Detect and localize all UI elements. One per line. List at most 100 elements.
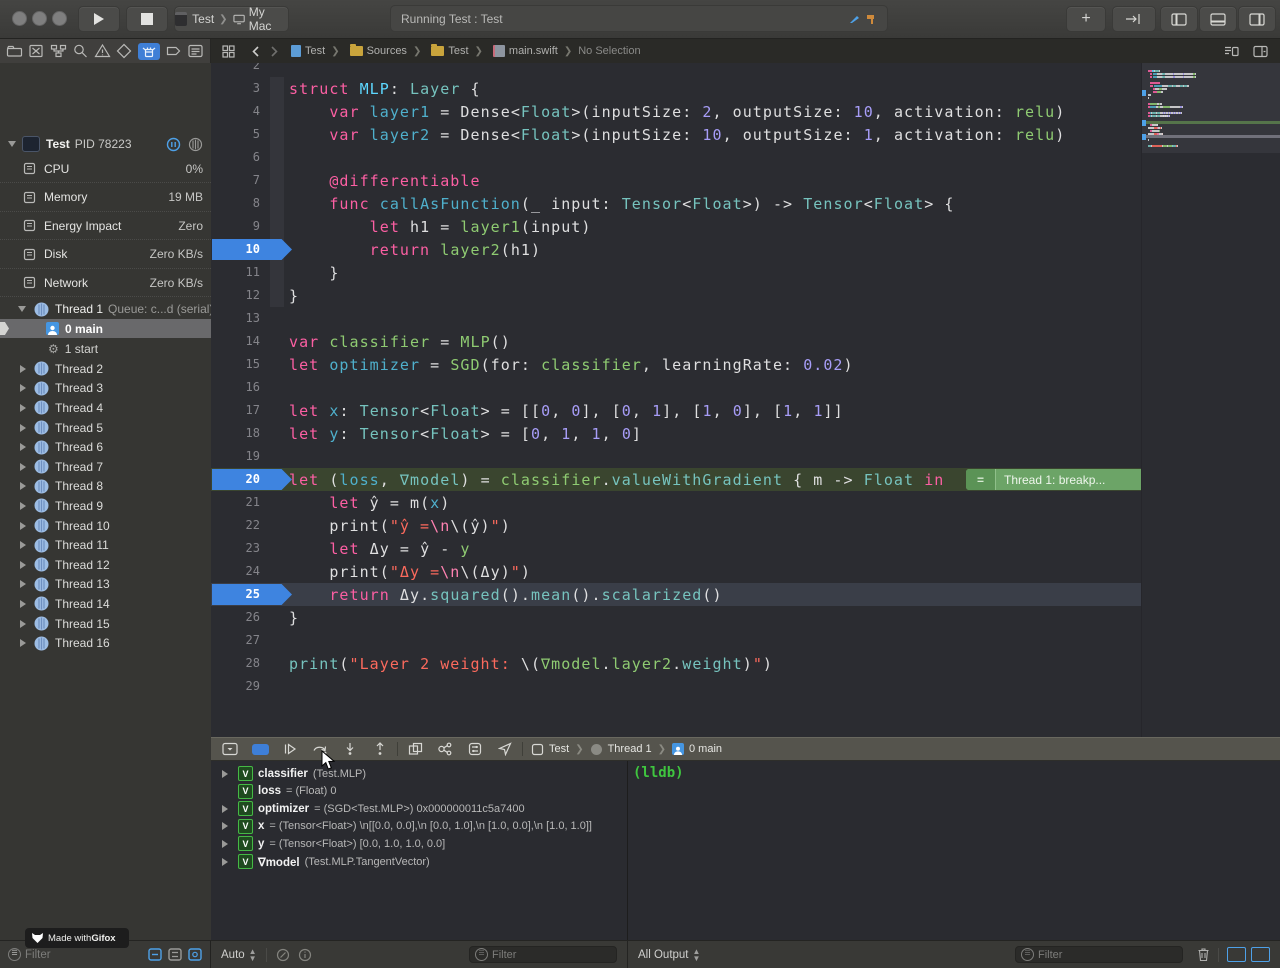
- pause-process-icon[interactable]: [166, 137, 181, 152]
- minimize-window-button[interactable]: [32, 11, 47, 26]
- line-number[interactable]: 25: [211, 587, 260, 601]
- navigator-filter-input[interactable]: Filter: [25, 949, 51, 961]
- info-icon[interactable]: [298, 948, 312, 962]
- line-number[interactable]: 26: [211, 610, 260, 624]
- jumpbar-file[interactable]: main.swift: [509, 45, 558, 57]
- code-line-24[interactable]: 24 print("Δy =\n\(Δy)"): [211, 560, 1141, 583]
- code-line-8[interactable]: 8 func callAsFunction(_ input: Tensor<Fl…: [211, 192, 1141, 215]
- console-output[interactable]: (lldb): [628, 761, 1280, 940]
- adjust-editor-icon[interactable]: [1253, 45, 1268, 58]
- jumpbar-project[interactable]: Test: [305, 45, 325, 57]
- line-number[interactable]: 22: [211, 518, 260, 532]
- process-row[interactable]: Test PID 78223: [0, 133, 211, 155]
- line-number[interactable]: 17: [211, 403, 260, 417]
- stack-frame-0-main-selected[interactable]: 0 main: [0, 319, 211, 338]
- line-number[interactable]: 21: [211, 495, 260, 509]
- line-number[interactable]: 16: [211, 380, 260, 394]
- disclosure-closed-icon[interactable]: [20, 424, 26, 432]
- gauge-row[interactable]: Network Zero KB/s: [0, 269, 211, 297]
- line-number[interactable]: 4: [211, 104, 260, 118]
- disclosure-closed-icon[interactable]: [20, 600, 26, 608]
- variables-filter-field[interactable]: ☰ Filter: [469, 946, 617, 963]
- disclosure-closed-icon[interactable]: [20, 639, 26, 647]
- line-number[interactable]: 13: [211, 311, 260, 325]
- breakpoints-toggle-button[interactable]: [245, 738, 275, 760]
- line-number[interactable]: 29: [211, 679, 260, 693]
- code-line-18[interactable]: 18let y: Tensor<Float> = [0, 1, 1, 0]: [211, 422, 1141, 445]
- close-window-button[interactable]: [12, 11, 27, 26]
- thread-row[interactable]: Thread 2: [0, 359, 211, 379]
- line-number[interactable]: 24: [211, 564, 260, 578]
- code-line-4[interactable]: 4 var layer1 = Dense<Float>(inputSize: 2…: [211, 100, 1141, 123]
- library-add-button[interactable]: +: [1066, 6, 1106, 32]
- disclosure-closed-icon[interactable]: [20, 580, 26, 588]
- gauge-row[interactable]: Memory 19 MB: [0, 184, 211, 212]
- flatten-stack-toggle-icon[interactable]: [168, 948, 182, 961]
- variable-row[interactable]: V x = (Tensor<Float>) \n[[0.0, 0.0],\n […: [211, 818, 627, 835]
- disclosure-closed-icon[interactable]: [222, 770, 238, 778]
- tab-breakpoint-navigator[interactable]: [165, 43, 182, 59]
- jumpbar-sources[interactable]: Sources: [367, 45, 407, 57]
- line-number[interactable]: 15: [211, 357, 260, 371]
- jumpbar-selection[interactable]: No Selection: [578, 45, 640, 57]
- line-number[interactable]: 7: [211, 173, 260, 187]
- variable-row[interactable]: V optimizer = (SGD<Test.MLP>) 0x00000001…: [211, 800, 627, 817]
- code-line-13[interactable]: 13: [211, 307, 1141, 330]
- thread-1-row[interactable]: Thread 1 Queue: c...d (serial): [0, 299, 211, 319]
- disclosure-closed-icon[interactable]: [222, 858, 238, 866]
- source-editor[interactable]: 2 3struct MLP: Layer {4 var layer1 = Dens…: [211, 63, 1141, 737]
- tab-find-navigator[interactable]: [72, 43, 89, 59]
- disclosure-closed-icon[interactable]: [222, 805, 238, 813]
- variables-mode-select[interactable]: Auto: [221, 949, 245, 961]
- code-line-27[interactable]: 27: [211, 629, 1141, 652]
- thread-row[interactable]: Thread 4: [0, 398, 211, 418]
- scheme-selector[interactable]: Test ❯ My Mac: [174, 6, 289, 32]
- code-line-19[interactable]: 19: [211, 445, 1141, 468]
- show-running-toggle-icon[interactable]: [148, 948, 162, 961]
- code-line-16[interactable]: 16: [211, 376, 1141, 399]
- line-number[interactable]: 5: [211, 127, 260, 141]
- thread-row[interactable]: Thread 9: [0, 496, 211, 516]
- tab-report-navigator[interactable]: [187, 43, 204, 59]
- code-line-28[interactable]: 28print("Layer 2 weight: \(∇model.layer2…: [211, 652, 1141, 675]
- editor-options-button[interactable]: [1112, 6, 1156, 32]
- toggle-debug-area-button[interactable]: [1199, 6, 1237, 32]
- debug-jump-thread[interactable]: Thread 1: [608, 743, 652, 755]
- thread-row[interactable]: Thread 11: [0, 535, 211, 555]
- tab-project-navigator[interactable]: [6, 43, 23, 59]
- code-review-icon[interactable]: [1224, 45, 1239, 58]
- step-out-button[interactable]: [365, 738, 395, 760]
- variable-row[interactable]: V y = (Tensor<Float>) [0.0, 1.0, 1.0, 0.…: [211, 835, 627, 852]
- disclosure-closed-icon[interactable]: [20, 502, 26, 510]
- zoom-window-button[interactable]: [52, 11, 67, 26]
- console-output-mode-select[interactable]: All Output: [638, 949, 689, 961]
- thread-row[interactable]: Thread 7: [0, 457, 211, 477]
- code-line-26[interactable]: 26}: [211, 606, 1141, 629]
- code-line-7[interactable]: 7 @differentiable: [211, 169, 1141, 192]
- tab-test-navigator[interactable]: [116, 43, 133, 59]
- disclosure-closed-icon[interactable]: [222, 840, 238, 848]
- gauge-row[interactable]: CPU 0%: [0, 155, 211, 183]
- disclosure-closed-icon[interactable]: [20, 482, 26, 490]
- code-line-21[interactable]: 21 let ŷ = m(x): [211, 491, 1141, 514]
- line-number[interactable]: 6: [211, 150, 260, 164]
- code-line-2[interactable]: 2: [211, 63, 1141, 77]
- jumpbar-group[interactable]: Test: [448, 45, 468, 57]
- code-line-3[interactable]: 3struct MLP: Layer {: [211, 77, 1141, 100]
- line-number[interactable]: 2: [211, 63, 260, 72]
- thread-row[interactable]: Thread 8: [0, 477, 211, 497]
- hide-debug-area-button[interactable]: [215, 738, 245, 760]
- simulate-location-button[interactable]: [490, 738, 520, 760]
- code-line-11[interactable]: 11 }: [211, 261, 1141, 284]
- trash-icon[interactable]: [1197, 947, 1210, 962]
- disclosure-closed-icon[interactable]: [20, 365, 26, 373]
- toggle-inspector-button[interactable]: [1238, 6, 1276, 32]
- debug-jump-process[interactable]: Test: [549, 743, 569, 755]
- thread-row[interactable]: Thread 3: [0, 379, 211, 399]
- disclosure-closed-icon[interactable]: [20, 522, 26, 530]
- code-line-25[interactable]: 25 return Δy.squared().mean().scalarized…: [211, 583, 1141, 606]
- code-line-22[interactable]: 22 print("ŷ =\n\(ŷ)"): [211, 514, 1141, 537]
- disclosure-closed-icon[interactable]: [20, 463, 26, 471]
- tab-symbol-navigator[interactable]: [50, 43, 67, 59]
- line-number[interactable]: 14: [211, 334, 260, 348]
